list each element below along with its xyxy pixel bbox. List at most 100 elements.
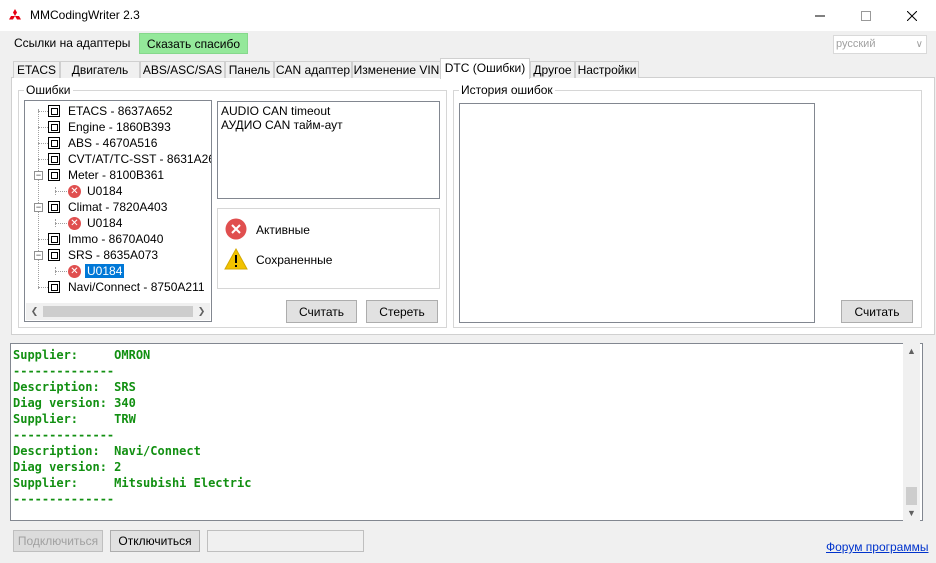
tree-line xyxy=(55,191,67,192)
chip-icon xyxy=(48,105,60,117)
collapse-icon[interactable]: − xyxy=(34,203,43,212)
scroll-left-icon[interactable]: ❮ xyxy=(26,306,43,317)
chip-icon xyxy=(48,201,60,213)
legend-active-label: Активные xyxy=(256,223,310,237)
log-line: Diag version: 2 xyxy=(13,460,122,474)
error-icon: ✕ xyxy=(68,265,81,278)
tree-item-navi[interactable]: Navi/Connect - 8750A211 xyxy=(68,279,205,295)
legend-box: Активные Сохраненные xyxy=(217,208,440,289)
tree-line xyxy=(38,111,48,112)
ecu-tree[interactable]: ETACS - 8637A652 Engine - 1860B393 ABS -… xyxy=(24,100,212,322)
tab-abs-asc-sas[interactable]: ABS/ASC/SAS xyxy=(140,61,225,78)
tree-item-abs[interactable]: ABS - 4670A516 xyxy=(68,135,157,151)
maximize-button[interactable] xyxy=(843,0,889,31)
scroll-up-icon[interactable]: ▲ xyxy=(903,346,920,356)
tree-item-immo[interactable]: Immo - 8670A040 xyxy=(68,231,163,247)
tab-dtc[interactable]: DTC (Ошибки) xyxy=(440,58,530,79)
history-list[interactable] xyxy=(459,103,815,323)
chip-icon xyxy=(48,233,60,245)
log-line: -------------- xyxy=(13,492,115,506)
read-dtc-button[interactable]: Считать xyxy=(286,300,357,323)
tab-can-adapter[interactable]: CAN адаптер xyxy=(274,61,352,78)
tree-item-climat[interactable]: Climat - 7820A403 xyxy=(68,199,167,215)
clear-dtc-button[interactable]: Стереть xyxy=(366,300,438,323)
log-line: Supplier: OMRON xyxy=(13,348,151,362)
read-history-button[interactable]: Считать xyxy=(841,300,913,323)
log-output[interactable]: Supplier: OMRON -------------- Descripti… xyxy=(10,343,923,521)
tab-engine[interactable]: Двигатель xyxy=(60,61,140,78)
dtc-description-box[interactable]: AUDIO CAN timeout АУДИО CAN тайм-аут xyxy=(217,101,440,199)
language-select[interactable]: русский ∨ xyxy=(833,35,927,54)
error-icon: ✕ xyxy=(68,217,81,230)
chevron-down-icon: ∨ xyxy=(915,39,923,50)
forum-link[interactable]: Форум программы xyxy=(826,540,928,554)
tab-panel[interactable]: Панель xyxy=(225,61,274,78)
errors-group-title: Ошибки xyxy=(24,83,73,97)
log-line: Supplier: TRW xyxy=(13,412,136,426)
adapters-links-menu[interactable]: Ссылки на адаптеры xyxy=(14,36,130,50)
tree-item-cvt[interactable]: CVT/AT/TC-SST - 8631A264 xyxy=(68,151,211,167)
error-icon: ✕ xyxy=(68,185,81,198)
log-line: -------------- xyxy=(13,364,115,378)
scrollbar-thumb[interactable] xyxy=(43,306,193,317)
log-line: Description: SRS xyxy=(13,380,136,394)
connect-button[interactable]: Подключиться xyxy=(13,530,103,552)
tree-item-srs[interactable]: SRS - 8635A073 xyxy=(68,247,158,263)
maximize-icon xyxy=(861,10,871,21)
log-line: Description: Navi/Connect xyxy=(13,444,201,458)
warning-icon xyxy=(224,248,248,270)
tree-line xyxy=(38,143,48,144)
tree-line xyxy=(38,127,48,128)
legend-saved-label: Сохраненные xyxy=(256,253,333,267)
chip-icon xyxy=(48,169,60,181)
chip-icon xyxy=(48,281,60,293)
chip-icon xyxy=(48,121,60,133)
history-group-title: История ошибок xyxy=(459,83,555,97)
chip-icon xyxy=(48,153,60,165)
language-value: русский xyxy=(836,38,876,50)
tree-line xyxy=(38,287,48,288)
scrollbar-thumb[interactable] xyxy=(906,487,917,505)
chip-icon xyxy=(48,137,60,149)
tree-horizontal-scrollbar[interactable]: ❮ ❯ xyxy=(26,303,210,320)
tab-other[interactable]: Другое xyxy=(530,61,575,78)
minimize-button[interactable] xyxy=(797,0,843,31)
active-error-icon xyxy=(225,218,247,240)
log-text: Supplier: OMRON -------------- Descripti… xyxy=(13,347,251,507)
tree-line xyxy=(38,239,48,240)
description-line: AUDIO CAN timeout xyxy=(221,104,331,118)
minimize-icon xyxy=(815,15,825,16)
description-line: АУДИО CAN тайм-аут xyxy=(221,118,343,132)
scroll-down-icon[interactable]: ▼ xyxy=(903,508,920,518)
tab-etacs[interactable]: ETACS xyxy=(13,61,60,78)
tree-item-etacs[interactable]: ETACS - 8637A652 xyxy=(68,103,173,119)
collapse-icon[interactable]: − xyxy=(34,251,43,260)
log-line: -------------- xyxy=(13,428,115,442)
log-vertical-scrollbar[interactable]: ▲ ▼ xyxy=(903,343,920,521)
title-bar: MMCodingWriter 2.3 xyxy=(0,0,936,31)
scroll-right-icon[interactable]: ❯ xyxy=(193,306,210,317)
tree-line xyxy=(38,159,48,160)
close-button[interactable] xyxy=(889,0,935,31)
window-title: MMCodingWriter 2.3 xyxy=(30,8,140,22)
tree-item-code[interactable]: U0184 xyxy=(87,215,122,231)
tree-line xyxy=(38,109,39,289)
tree-line xyxy=(55,223,67,224)
tree-item-engine[interactable]: Engine - 1860B393 xyxy=(68,119,171,135)
tree-item-meter[interactable]: Meter - 8100B361 xyxy=(68,167,164,183)
tree-line xyxy=(55,271,67,272)
status-field xyxy=(207,530,364,552)
tree-item-code[interactable]: U0184 xyxy=(87,183,122,199)
tree-item-code-selected[interactable]: U0184 xyxy=(85,263,125,279)
log-line: Diag version: 340 xyxy=(13,396,136,410)
tab-change-vin[interactable]: Изменение VIN xyxy=(352,61,441,78)
chip-icon xyxy=(48,249,60,261)
disconnect-button[interactable]: Отключиться xyxy=(110,530,200,552)
collapse-icon[interactable]: − xyxy=(34,171,43,180)
say-thanks-button[interactable]: Сказать спасибо xyxy=(139,33,248,54)
log-line: Supplier: Mitsubishi Electric xyxy=(13,476,252,490)
selected-code-label: U0184 xyxy=(85,264,125,278)
close-icon xyxy=(907,10,917,21)
tab-settings[interactable]: Настройки xyxy=(575,61,639,78)
mitsubishi-logo-icon xyxy=(9,9,21,20)
